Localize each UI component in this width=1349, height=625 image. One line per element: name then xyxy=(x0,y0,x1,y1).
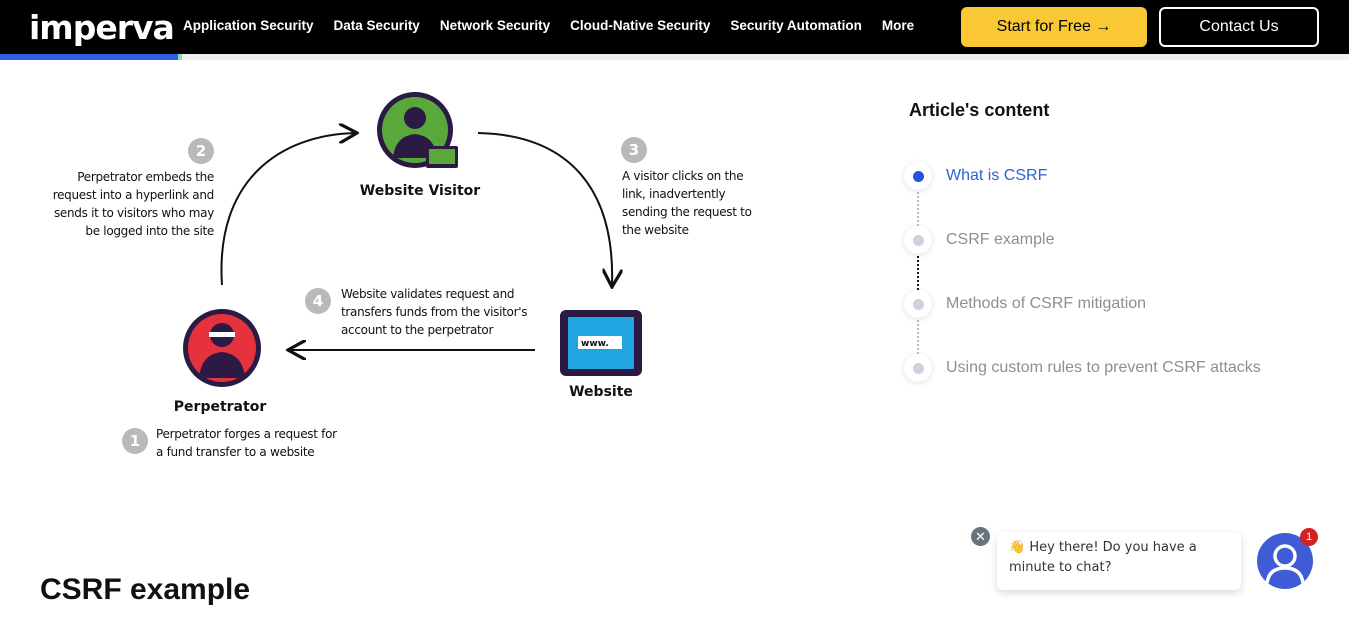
toc-connector xyxy=(917,256,919,290)
arrow-to-visitor xyxy=(220,133,355,286)
chat-message: Hey there! Do you have a minute to chat? xyxy=(1009,540,1197,575)
top-nav: imperva Application Security Data Securi… xyxy=(0,0,1349,54)
csrf-diagram: www. xyxy=(183,92,642,387)
step-4-text: Website validates request and transfers f… xyxy=(341,287,528,337)
toc-dot-icon xyxy=(904,162,932,190)
toc-item-csrf-example[interactable]: CSRF example xyxy=(904,226,1054,254)
toc-connector xyxy=(917,320,919,354)
step-3-badge: 3 xyxy=(621,137,647,163)
chat-bubble[interactable]: 👋 Hey there! Do you have a minute to cha… xyxy=(997,532,1241,590)
step-1-badge: 1 xyxy=(122,428,148,454)
label-website-visitor: Website Visitor xyxy=(359,183,481,199)
menu-cloud-native-security[interactable]: Cloud-Native Security xyxy=(570,18,710,33)
contact-us-button[interactable]: Contact Us xyxy=(1159,7,1319,47)
menu-data-security[interactable]: Data Security xyxy=(334,18,420,33)
step-2-text: Perpetrator embeds the request into a hyp… xyxy=(52,170,215,238)
imperva-logo[interactable]: imperva xyxy=(29,8,175,47)
close-icon[interactable]: ✕ xyxy=(971,527,990,546)
step-3-text: A visitor clicks on the link, inadvertent… xyxy=(622,169,752,237)
toc-dot-icon xyxy=(904,290,932,318)
arrow-to-website xyxy=(477,132,612,285)
toc-item-mitigation[interactable]: Methods of CSRF mitigation xyxy=(904,290,1146,318)
toc-dot-icon xyxy=(904,354,932,382)
menu-network-security[interactable]: Network Security xyxy=(440,18,550,33)
step-4-badge: 4 xyxy=(305,288,331,314)
website-icon: www. xyxy=(560,310,642,376)
perpetrator-icon xyxy=(183,309,261,387)
wave-icon: 👋 xyxy=(1009,540,1026,555)
toc-connector xyxy=(917,192,919,226)
label-perpetrator: Perpetrator xyxy=(173,399,267,415)
step-2-badge: 2 xyxy=(188,138,214,164)
step-1-text: Perpetrator forges a request for a fund t… xyxy=(156,427,337,459)
menu-security-automation[interactable]: Security Automation xyxy=(730,18,862,33)
svg-text:www.: www. xyxy=(581,339,609,349)
section-heading: CSRF example xyxy=(40,573,251,606)
toc-title: Article's content xyxy=(909,100,1050,120)
visitor-icon xyxy=(377,92,458,168)
label-website: Website xyxy=(569,384,633,400)
toc-item-what-is-csrf[interactable]: What is CSRF xyxy=(904,162,1047,190)
toc-item-custom-rules[interactable]: Using custom rules to prevent CSRF attac… xyxy=(904,354,1261,382)
main-menu: Application Security Data Security Netwo… xyxy=(183,18,914,33)
start-for-free-button[interactable]: Start for Free → xyxy=(961,7,1147,47)
menu-more[interactable]: More xyxy=(882,18,914,33)
toc-dot-icon xyxy=(904,226,932,254)
menu-application-security[interactable]: Application Security xyxy=(183,18,314,33)
notification-badge: 1 xyxy=(1300,528,1318,546)
